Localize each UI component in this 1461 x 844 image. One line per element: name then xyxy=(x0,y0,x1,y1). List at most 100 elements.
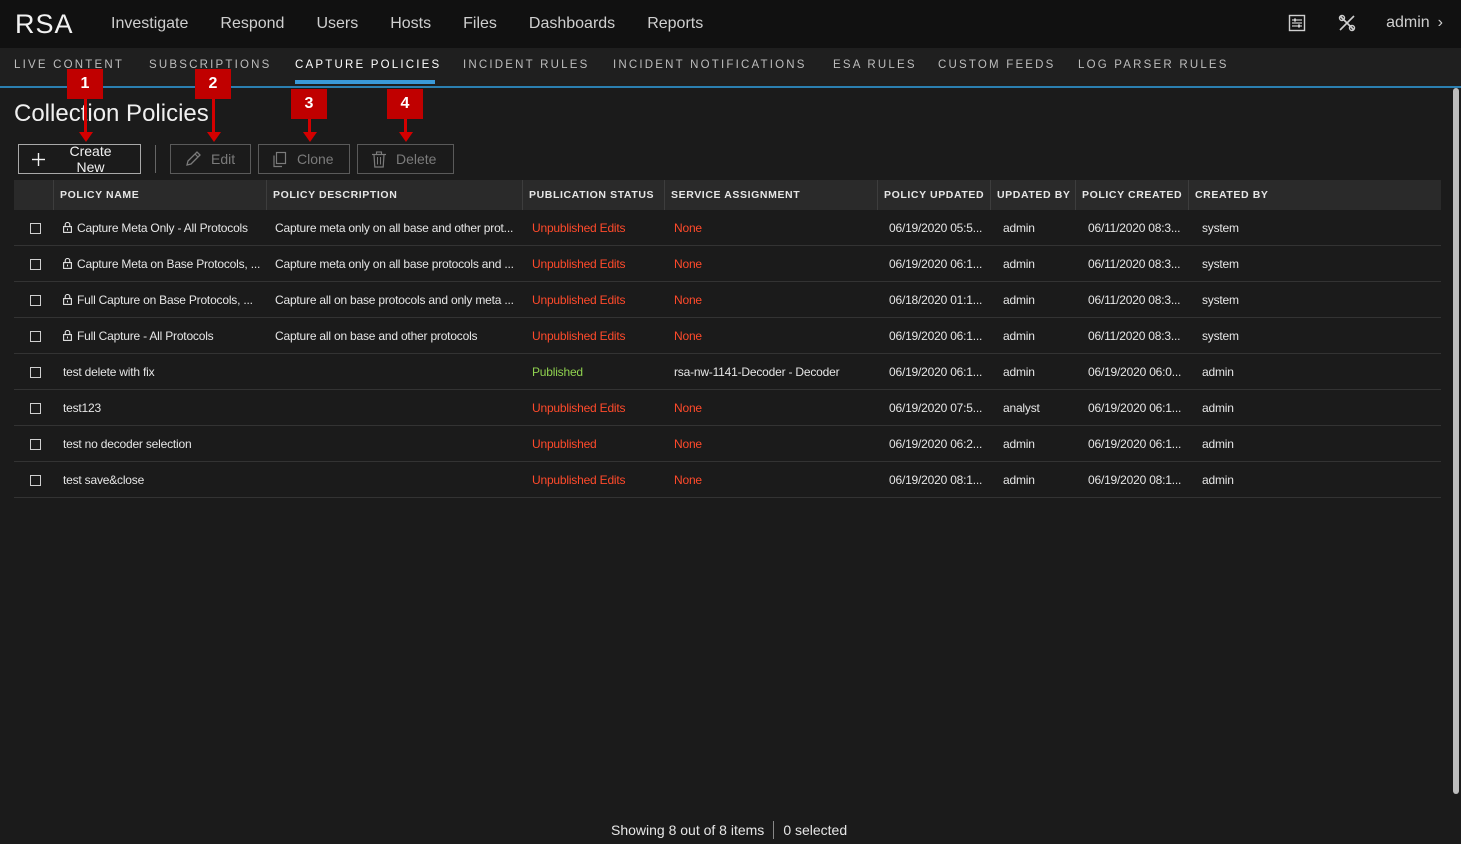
cell-publication-status-text: Unpublished Edits xyxy=(532,221,626,235)
nav-respond[interactable]: Respond xyxy=(220,14,284,34)
column-header-policy-description[interactable]: POLICY DESCRIPTION xyxy=(266,180,522,210)
annotation-arrow-1 xyxy=(84,99,87,133)
table-row[interactable]: test123 Unpublished Edits None 06/19/2020 0… xyxy=(14,390,1441,426)
cell-service-assignment: None xyxy=(674,390,874,426)
cell-publication-status: Unpublished Edits xyxy=(532,282,660,318)
main-nav: Investigate Respond Users Hosts Files Da… xyxy=(111,14,735,34)
tab-capture-policies[interactable]: CAPTURE POLICIES xyxy=(295,59,441,71)
column-header-policy-created[interactable]: POLICY CREATED xyxy=(1075,180,1188,210)
cell-created-by: admin xyxy=(1202,426,1302,462)
column-header-created-by[interactable]: CREATED BY xyxy=(1188,180,1441,210)
row-checkbox[interactable] xyxy=(30,367,41,378)
table-row[interactable]: test no decoder selection Unpublished None… xyxy=(14,426,1441,462)
cell-policy-created-text: 06/11/2020 08:3... xyxy=(1088,293,1181,307)
tab-custom-feeds[interactable]: CUSTOM FEEDS xyxy=(938,59,1056,71)
column-header-service-assignment[interactable]: SERVICE ASSIGNMENT xyxy=(664,180,877,210)
tab-incident-rules[interactable]: INCIDENT RULES xyxy=(463,59,589,71)
cell-updated-by: admin xyxy=(1003,318,1073,354)
nav-hosts[interactable]: Hosts xyxy=(390,14,431,34)
cell-created-by-text: system xyxy=(1202,329,1239,343)
tab-esa-rules[interactable]: ESA RULES xyxy=(833,59,917,71)
row-checkbox[interactable] xyxy=(30,439,41,450)
annotation-badge-4: 4 xyxy=(387,89,423,119)
cell-policy-name[interactable]: test123 xyxy=(63,390,262,426)
admin-tools-icon[interactable] xyxy=(1336,12,1358,34)
nav-files[interactable]: Files xyxy=(463,14,497,34)
tab-log-parser-rules[interactable]: LOG PARSER RULES xyxy=(1078,59,1229,71)
cell-policy-created: 06/11/2020 08:3... xyxy=(1088,210,1188,246)
cell-created-by: system xyxy=(1202,246,1302,282)
cell-policy-name[interactable]: Capture Meta Only - All Protocols xyxy=(63,210,262,246)
system-settings-icon[interactable] xyxy=(1286,12,1308,34)
delete-button[interactable]: Delete xyxy=(357,144,454,174)
cell-policy-description: Capture meta only on all base and other … xyxy=(275,210,517,246)
cell-publication-status: Unpublished Edits xyxy=(532,246,660,282)
cell-service-assignment-text: None xyxy=(674,401,702,415)
table-row[interactable]: Capture Meta on Base Protocols, ... Captu… xyxy=(14,246,1441,282)
cell-policy-created: 06/19/2020 08:1... xyxy=(1088,462,1188,498)
cell-policy-name[interactable]: test save&close xyxy=(63,462,262,498)
column-header-publication-status[interactable]: PUBLICATION STATUS xyxy=(522,180,664,210)
cell-policy-created: 06/19/2020 06:0... xyxy=(1088,354,1188,390)
row-checkbox[interactable] xyxy=(30,223,41,234)
cell-publication-status: Unpublished xyxy=(532,426,660,462)
clone-button[interactable]: Clone xyxy=(258,144,350,174)
nav-dashboards[interactable]: Dashboards xyxy=(529,14,615,34)
cell-policy-created-text: 06/11/2020 08:3... xyxy=(1088,257,1181,271)
cell-policy-created: 06/11/2020 08:3... xyxy=(1088,318,1188,354)
nav-investigate[interactable]: Investigate xyxy=(111,14,188,34)
cell-policy-description: Capture all on base protocols and only m… xyxy=(275,282,517,318)
cell-service-assignment: None xyxy=(674,210,874,246)
nav-reports[interactable]: Reports xyxy=(647,14,703,34)
clone-label: Clone xyxy=(297,151,334,167)
cell-policy-name[interactable]: Capture Meta on Base Protocols, ... xyxy=(63,246,262,282)
annotation-badge-1: 1 xyxy=(67,69,103,99)
item-count-text: Showing 8 out of 8 items xyxy=(611,822,765,838)
chevron-right-icon[interactable]: › xyxy=(1438,14,1443,32)
cell-policy-updated: 06/19/2020 08:1... xyxy=(889,462,989,498)
user-menu[interactable]: admin xyxy=(1386,14,1430,32)
column-header-policy-name[interactable]: POLICY NAME xyxy=(53,180,266,210)
cell-policy-name-text: test no decoder selection xyxy=(63,437,192,451)
table-row[interactable]: Full Capture - All Protocols Capture all … xyxy=(14,318,1441,354)
cell-policy-updated: 06/18/2020 01:1... xyxy=(889,282,989,318)
policies-table: POLICY NAME POLICY DESCRIPTION PUBLICATI… xyxy=(14,180,1441,498)
row-checkbox[interactable] xyxy=(30,403,41,414)
selected-count-text: 0 selected xyxy=(783,822,848,838)
vertical-scrollbar[interactable] xyxy=(1453,88,1459,794)
edit-button[interactable]: Edit xyxy=(170,144,251,174)
row-checkbox[interactable] xyxy=(30,475,41,486)
cell-service-assignment-text: None xyxy=(674,221,702,235)
cell-policy-name[interactable]: test no decoder selection xyxy=(63,426,262,462)
column-header-policy-updated[interactable]: POLICY UPDATED xyxy=(877,180,990,210)
cell-created-by: system xyxy=(1202,282,1302,318)
cell-policy-name[interactable]: Full Capture - All Protocols xyxy=(63,318,262,354)
table-row[interactable]: test delete with fix Published rsa-nw-1141… xyxy=(14,354,1441,390)
tab-incident-notifications[interactable]: INCIDENT NOTIFICATIONS xyxy=(613,59,807,71)
cell-service-assignment-text: rsa-nw-1141-Decoder - Decoder xyxy=(674,365,840,379)
cell-policy-name[interactable]: test delete with fix xyxy=(63,354,262,390)
column-header-updated-by[interactable]: UPDATED BY xyxy=(990,180,1075,210)
row-checkbox[interactable] xyxy=(30,295,41,306)
cell-created-by-text: system xyxy=(1202,221,1239,235)
nav-users[interactable]: Users xyxy=(316,14,358,34)
cell-service-assignment: None xyxy=(674,462,874,498)
cell-policy-updated: 06/19/2020 06:1... xyxy=(889,246,989,282)
cell-policy-description: Capture meta only on all base protocols … xyxy=(275,246,517,282)
annotation-arrow-4 xyxy=(404,119,407,133)
row-checkbox[interactable] xyxy=(30,259,41,270)
cell-publication-status-text: Unpublished Edits xyxy=(532,473,626,487)
table-footer: Showing 8 out of 8 items 0 selected xyxy=(611,821,847,839)
cell-updated-by-text: admin xyxy=(1003,293,1035,307)
cell-service-assignment-text: None xyxy=(674,293,702,307)
cell-service-assignment-text: None xyxy=(674,473,702,487)
create-new-button[interactable]: Create New xyxy=(18,143,141,175)
table-row[interactable]: test save&close Unpublished Edits None 06/1… xyxy=(14,462,1441,498)
cell-policy-updated: 06/19/2020 07:5... xyxy=(889,390,989,426)
rsa-logo[interactable]: RSA xyxy=(15,10,74,38)
cell-policy-name[interactable]: Full Capture on Base Protocols, ... xyxy=(63,282,262,318)
cell-updated-by-text: admin xyxy=(1003,329,1035,343)
table-row[interactable]: Full Capture on Base Protocols, ... Captu… xyxy=(14,282,1441,318)
table-row[interactable]: Capture Meta Only - All Protocols Capture… xyxy=(14,210,1441,246)
row-checkbox[interactable] xyxy=(30,331,41,342)
